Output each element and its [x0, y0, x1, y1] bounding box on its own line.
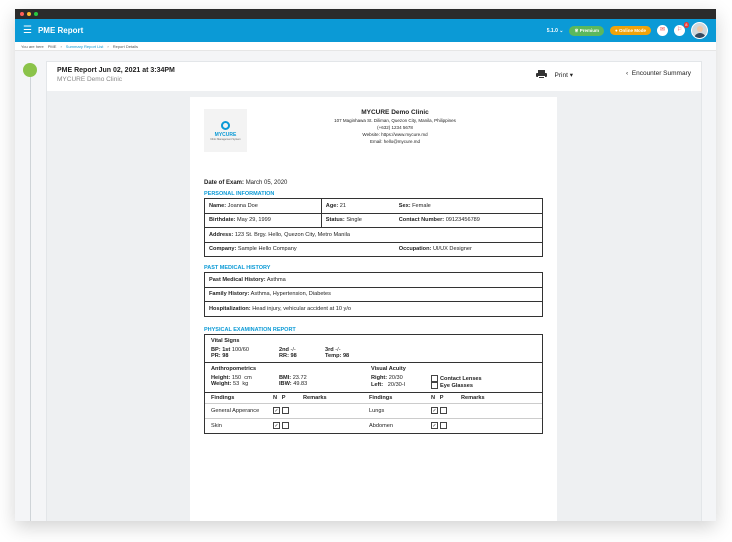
online-mode-label: Online Mode [619, 28, 646, 33]
left-eye-value: Left: 20/30-I [371, 381, 406, 388]
online-mode-badge[interactable]: ● Online Mode [610, 26, 651, 35]
hospitalization-cell: Hospitalization: Head injury, vehicular … [204, 301, 543, 317]
app-bar: ☰ PME Report 5.1.0 ⌄ ♕ Premium ● Online … [15, 19, 716, 42]
vital-signs: Vital Signs BP: 1st 100/60 2nd -/- 3rd -… [205, 335, 542, 362]
contact-cell: Contact Number: 09123456789 [394, 212, 543, 228]
browser-window: ☰ PME Report 5.1.0 ⌄ ♕ Premium ● Online … [15, 9, 716, 521]
premium-label: Premium [579, 27, 600, 33]
past-history-cell: Past Medical History: Asthma [204, 272, 543, 288]
print-menu[interactable]: Print ▾ [535, 70, 573, 79]
breadcrumb-summary-list[interactable]: Summary Report List [66, 44, 104, 49]
normal-checkbox[interactable]: ✓ [273, 422, 280, 429]
breadcrumb-current: Report Details [112, 43, 139, 49]
pathologic-checkbox[interactable] [440, 422, 447, 429]
report-header: PME Report Jun 02, 2021 at 3:34PM MYCURE… [47, 62, 701, 91]
address-cell: Address: 123 St. Brgy. Hello, Quezon Cit… [204, 227, 543, 243]
app-title: PME Report [37, 26, 84, 35]
contact-lenses-option[interactable]: Contact Lenses [431, 374, 482, 382]
pathologic-checkbox[interactable] [440, 407, 447, 414]
print-label[interactable]: Print ▾ [555, 71, 573, 79]
clinic-address: 107 Maginhawa St. Diliman, Quezon City, … [334, 118, 456, 123]
alerts-icon[interactable]: ⚐ 8 [674, 22, 689, 36]
physical-exam-table: Vital Signs BP: 1st 100/60 2nd -/- 3rd -… [204, 333, 543, 434]
main-content: PME Report Jun 02, 2021 at 3:34PM MYCURE… [15, 51, 716, 521]
clinic-email: Email: hello@mycure.md [369, 139, 421, 144]
report-card: PME Report Jun 02, 2021 at 3:34PM MYCURE… [46, 61, 702, 521]
clinic-info: MYCURE Demo Clinic 107 Maginhawa St. Dil… [247, 109, 543, 152]
personal-info-table: Name: Joanna Doe Age: 21 Sex: Female Bir… [203, 198, 543, 257]
pr-value: PR: 98 [211, 352, 229, 359]
title-bar [15, 9, 716, 19]
right-eye-value: Right: 20/30 [371, 374, 403, 381]
personal-info-title: PERSONAL INFORMATION [204, 191, 275, 197]
clinic-name: MYCURE Demo Clinic [361, 109, 429, 116]
pathologic-checkbox[interactable] [282, 422, 289, 429]
menu-icon[interactable]: ☰ [23, 25, 32, 36]
encounter-summary-link[interactable]: ‹ Encounter Summary [626, 70, 691, 77]
normal-checkbox[interactable]: ✓ [273, 407, 280, 414]
history-title: PAST MEDICAL HISTORY [204, 265, 271, 271]
version-selector[interactable]: 5.1.0 ⌄ [547, 28, 564, 34]
family-history-cell: Family History: Asthma, Hypertension, Di… [204, 286, 543, 302]
report-title: PME Report Jun 02, 2021 at 3:34PM [57, 67, 175, 74]
clinic-logo: MYCURE Clinic Management System [204, 109, 247, 152]
findings-row: General Apperance ✓ Lungs ✓ [205, 402, 542, 418]
breadcrumb: You are here PME › Summary Report List ›… [15, 42, 716, 51]
maximize-window-dot[interactable] [34, 12, 38, 16]
breadcrumb-separator: › [60, 43, 62, 49]
pathologic-checkbox[interactable] [282, 407, 289, 414]
breadcrumb-separator: › [107, 43, 109, 49]
user-avatar[interactable] [691, 22, 708, 39]
version-label: 5.1.0 [546, 27, 558, 34]
name-cell: Name: Joanna Doe [204, 198, 322, 214]
contact-lenses-checkbox[interactable] [431, 374, 438, 382]
report-clinic: MYCURE Demo Clinic [57, 76, 123, 83]
temp-value: Temp: 98 [325, 352, 350, 359]
timeline-line [30, 69, 31, 521]
finding-lungs: Lungs [369, 407, 385, 414]
logo-tagline: Clinic Management System [210, 137, 241, 141]
history-table: Past Medical History: Asthma Family Hist… [204, 272, 543, 317]
breadcrumb-prefix: You are here [21, 43, 44, 49]
timeline-dot [23, 63, 37, 77]
status-cell: Status: Single [321, 212, 395, 228]
anthropometrics-label: Anthropometrics [211, 365, 257, 372]
clinic-phone: (+632) 1234 5678 [377, 125, 413, 130]
weight-value: Weight: 53 kg [211, 380, 249, 387]
clinic-header: MYCURE Clinic Management System MYCURE D… [204, 109, 543, 152]
vital-signs-label: Vital Signs [211, 337, 240, 344]
close-window-dot[interactable] [20, 12, 24, 16]
premium-badge[interactable]: ♕ Premium [569, 25, 605, 36]
normal-checkbox[interactable]: ✓ [431, 407, 438, 414]
company-cell: Company: Sample Hello Company [203, 241, 395, 257]
visual-acuity-label: Visual Acuity [371, 365, 406, 372]
finding-skin: Skin [211, 422, 222, 429]
normal-checkbox[interactable]: ✓ [431, 422, 438, 429]
clinic-website: Website: https://www.mycure.md [362, 132, 428, 137]
eye-glasses-option[interactable]: Eye Glasses [431, 381, 473, 389]
eye-glasses-checkbox[interactable] [431, 381, 438, 389]
findings-header: Findings N P Remarks Findings N P Remark… [211, 394, 485, 401]
age-cell: Age: 21 [321, 198, 395, 214]
minimize-window-dot[interactable] [27, 12, 31, 16]
ibw-value: IBW: 49.83 [279, 380, 308, 387]
rr-value: RR: 98 [279, 352, 297, 359]
finding-general-appearance: General Apperance [211, 407, 260, 414]
occupation-cell: Occupation: UI/UX Designer [394, 241, 543, 257]
printer-icon[interactable] [535, 70, 547, 79]
anthro-visual: Anthropometrics Height: 150 cm BMI: 23.7… [205, 363, 542, 392]
breadcrumb-pme[interactable]: PME [48, 44, 57, 49]
exam-date: Date of Exam: March 05, 2020 [204, 180, 288, 186]
alerts-count: 8 [683, 22, 689, 28]
finding-abdomen: Abdomen [369, 422, 393, 429]
sex-cell: Sex: Female [394, 198, 543, 214]
physical-exam-title: PHYSICAL EXAMINATION REPORT [204, 326, 296, 333]
report-document: MYCURE Clinic Management System MYCURE D… [190, 97, 557, 521]
notification-icon[interactable]: ✉ [657, 25, 668, 36]
findings-row: Skin ✓ Abdomen ✓ [205, 417, 542, 433]
logo-icon [221, 120, 230, 130]
birthdate-cell: Birthdate: May 29, 1999 [204, 212, 322, 228]
